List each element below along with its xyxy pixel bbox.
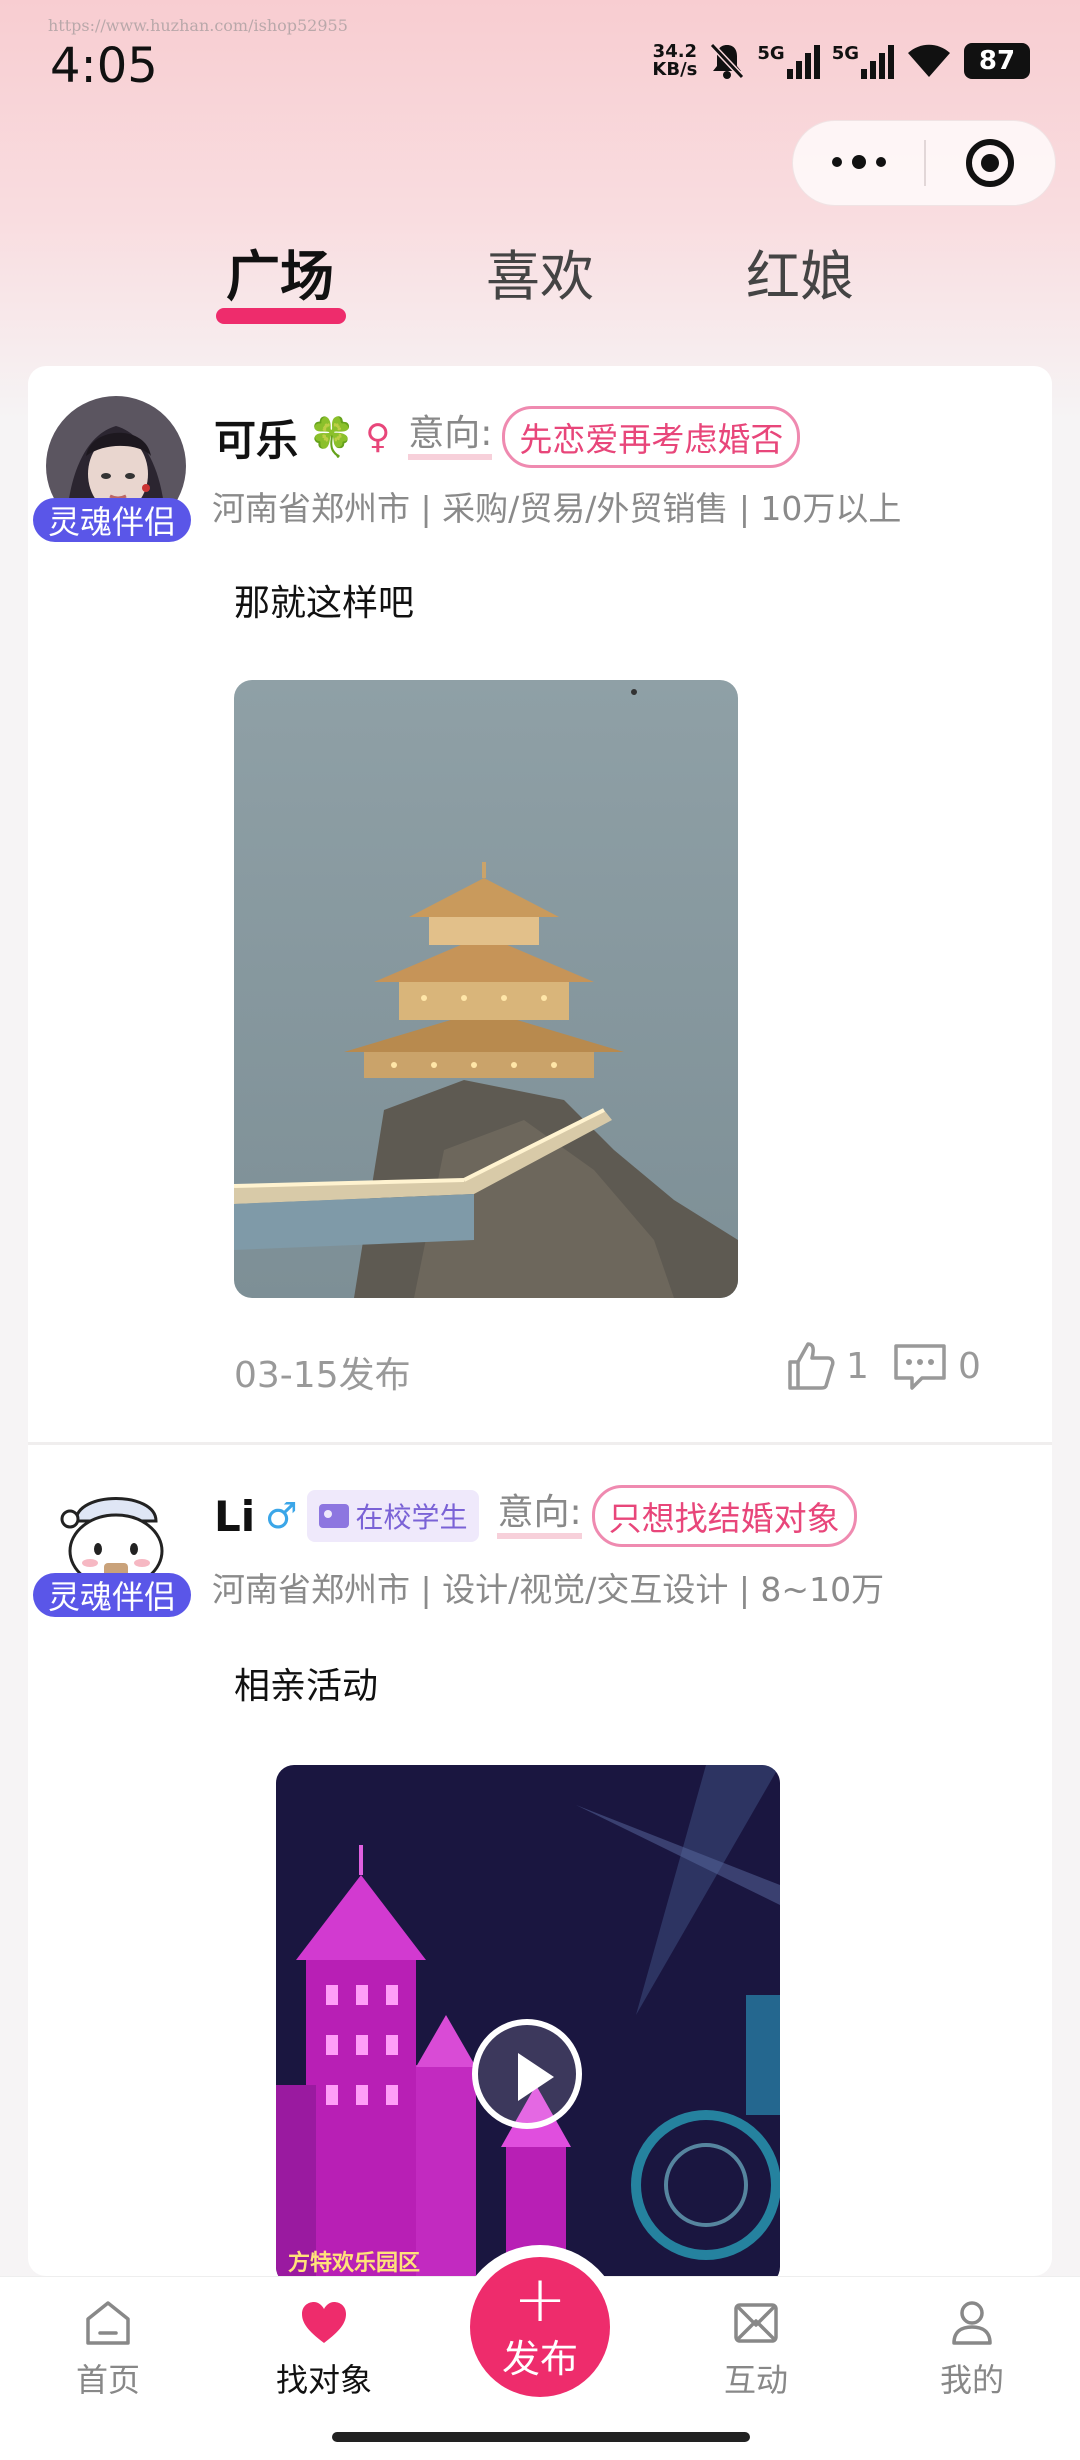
like-count: 1 bbox=[846, 1345, 869, 1387]
net-speed: 34.2 KB/s bbox=[652, 41, 698, 80]
publish-button[interactable]: + 发布 bbox=[470, 2257, 610, 2397]
post-text: 那就这样吧 bbox=[234, 583, 415, 624]
profile-icon bbox=[952, 2301, 992, 2345]
intent-label: 意向: bbox=[497, 1493, 582, 1539]
post-header: 可乐 🍀 ♀ 意向: 先恋爱再考虑婚否 bbox=[214, 406, 801, 468]
tab-likes[interactable]: 喜欢 bbox=[486, 232, 594, 311]
post-card[interactable]: 灵魂伴侣 可乐 🍀 ♀ 意向: 先恋爱再考虑婚否 河南省郑州市 | 采购/贸易/… bbox=[28, 366, 1052, 1442]
feed-card: 灵魂伴侣 可乐 🍀 ♀ 意向: 先恋爱再考虑婚否 河南省郑州市 | 采购/贸易/… bbox=[28, 366, 1052, 2276]
play-icon[interactable] bbox=[472, 2019, 582, 2129]
comment-icon bbox=[894, 1344, 946, 1390]
post-date: 03-15发布 bbox=[234, 1355, 411, 1396]
tab-profile[interactable]: 我的 bbox=[902, 2297, 1042, 2401]
soulmate-badge: 灵魂伴侣 bbox=[33, 498, 191, 542]
soulmate-badge: 灵魂伴侣 bbox=[33, 1573, 191, 1617]
top-tabs: 广场 喜欢 红娘 bbox=[0, 232, 1080, 332]
user-name[interactable]: 可乐 bbox=[214, 407, 298, 468]
comment-button[interactable]: 0 bbox=[892, 1340, 981, 1392]
interact-icon bbox=[734, 2303, 778, 2343]
user-name[interactable]: Li bbox=[214, 1492, 255, 1541]
post-image[interactable] bbox=[234, 680, 738, 1298]
intent-tag: 先恋爱再考虑婚否 bbox=[502, 406, 801, 468]
tab-square[interactable]: 广场 bbox=[226, 232, 334, 311]
tab-interact-label: 互动 bbox=[723, 2361, 788, 2399]
status-icons: 34.2 KB/s 5G 5G 87 bbox=[652, 42, 1030, 80]
signal-icon: 5G bbox=[832, 43, 894, 79]
tab-interact[interactable]: 互动 bbox=[686, 2297, 826, 2401]
status-time: 4:05 bbox=[50, 38, 158, 94]
video-caption: 方特欢乐园区 bbox=[288, 2250, 420, 2275]
tab-home-label: 首页 bbox=[75, 2361, 140, 2399]
tab-home[interactable]: 首页 bbox=[38, 2297, 178, 2401]
comment-count: 0 bbox=[958, 1345, 981, 1387]
miniprogram-capsule bbox=[792, 120, 1056, 206]
student-tag: 在校学生 bbox=[307, 1490, 480, 1542]
tab-find-partner[interactable]: 找对象 bbox=[254, 2297, 394, 2401]
status-bar: 4:05 34.2 KB/s 5G 5G 87 bbox=[0, 0, 1080, 120]
female-icon: ♀ bbox=[365, 417, 391, 457]
plus-icon: + bbox=[513, 2262, 567, 2337]
thumbs-up-icon bbox=[788, 1342, 835, 1390]
post-card[interactable]: 灵魂伴侣 Li ♂ 在校学生 意向: 只想找结婚对象 河南省郑州市 | 设计/视… bbox=[28, 1445, 1052, 2276]
signal-icon: 5G bbox=[757, 43, 820, 79]
intent-tag: 只想找结婚对象 bbox=[591, 1485, 857, 1547]
tab-profile-label: 我的 bbox=[939, 2361, 1004, 2399]
publish-label: 发布 bbox=[501, 2336, 578, 2381]
tab-active-indicator bbox=[216, 308, 346, 324]
user-meta: 河南省郑州市 | 采购/贸易/外贸销售 | 10万以上 bbox=[212, 489, 902, 528]
tab-find-partner-label: 找对象 bbox=[275, 2361, 372, 2399]
wifi-icon bbox=[908, 44, 950, 77]
id-card-icon bbox=[319, 1504, 350, 1528]
target-icon[interactable] bbox=[926, 139, 1055, 187]
user-meta: 河南省郑州市 | 设计/视觉/交互设计 | 8~10万 bbox=[212, 1570, 885, 1609]
home-icon bbox=[86, 2301, 130, 2345]
home-indicator bbox=[332, 2432, 750, 2442]
clover-icon: 🍀 bbox=[308, 414, 356, 459]
bell-off-icon bbox=[710, 42, 745, 80]
heart-icon bbox=[302, 2302, 346, 2343]
post-video[interactable]: 方特欢乐园区 bbox=[276, 1765, 780, 2276]
post-text: 相亲活动 bbox=[234, 1666, 379, 1707]
intent-label: 意向: bbox=[408, 414, 493, 460]
more-dots-icon[interactable] bbox=[793, 155, 924, 169]
like-button[interactable]: 1 bbox=[784, 1340, 869, 1392]
post-header: Li ♂ 在校学生 意向: 只想找结婚对象 bbox=[214, 1485, 857, 1547]
battery-icon: 87 bbox=[964, 43, 1030, 79]
tab-matchmaker[interactable]: 红娘 bbox=[746, 232, 854, 311]
male-icon: ♂ bbox=[265, 1495, 298, 1537]
